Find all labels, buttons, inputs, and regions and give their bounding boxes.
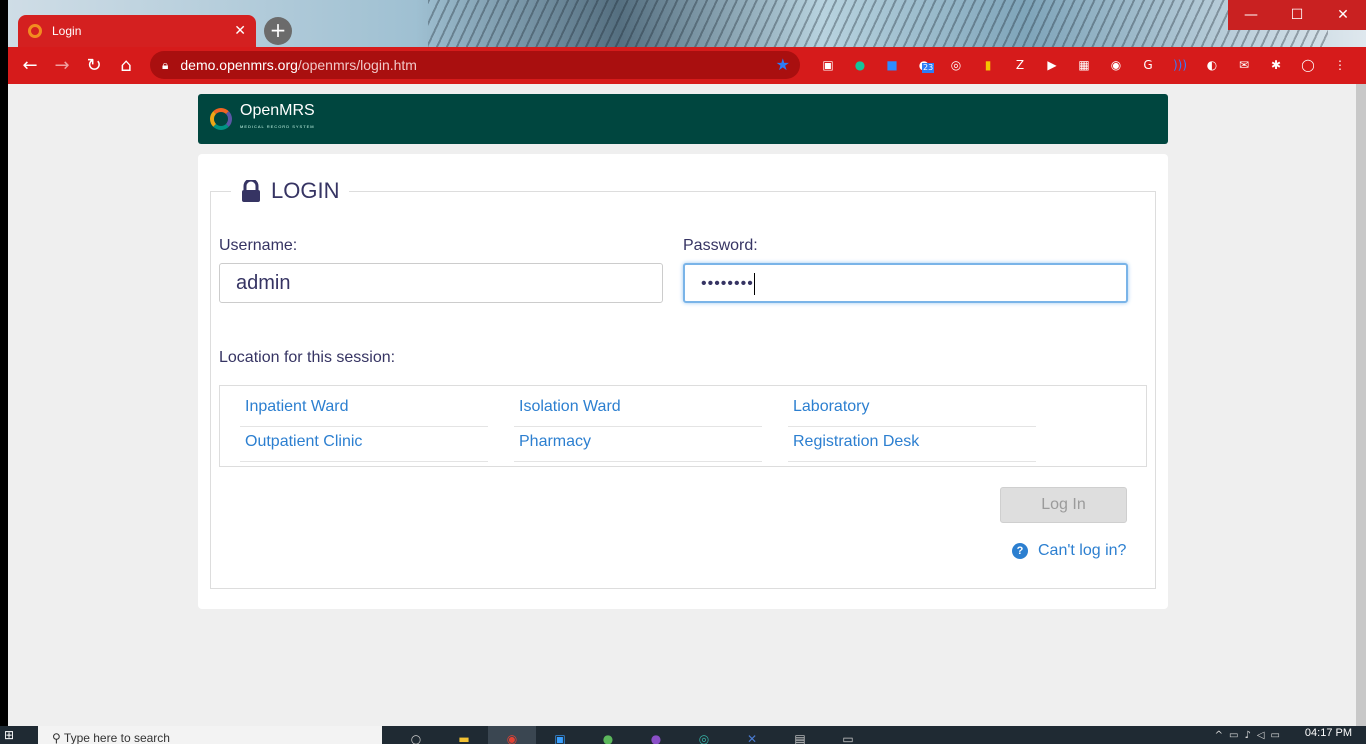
zoom-icon[interactable]: ■ — [880, 53, 904, 77]
openmrs-favicon-icon — [28, 24, 42, 38]
z-extension-icon[interactable]: Z — [1008, 53, 1032, 77]
chrome-icon[interactable]: ◉ — [488, 726, 536, 744]
wave-extension-icon[interactable]: ))) — [1168, 53, 1192, 77]
text-caret — [753, 272, 755, 295]
badge-extension-icon[interactable]: ●23 — [912, 53, 936, 77]
url-path: /openmrs/login.htm — [297, 57, 417, 73]
file-explorer-icon[interactable]: ▬ — [440, 726, 488, 744]
grid-extension-icon[interactable]: ▦ — [1072, 53, 1096, 77]
pin-extension-icon[interactable]: ◐ — [1200, 53, 1224, 77]
desktop-background-strip — [0, 0, 8, 726]
extensions-area: ▣ ● ■ ●23 ◎ ▮ Z ▶ ▦ ◉ G ))) ◐ ✉ ✱ ◯ ⋮ — [816, 53, 1352, 77]
cant-login-link[interactable]: ? Can't log in? — [1012, 542, 1126, 560]
back-arrow-icon[interactable]: ← — [14, 50, 46, 82]
login-card: LOGIN Username: admin Password: ••••••••… — [198, 154, 1168, 609]
location-isolation-ward[interactable]: Isolation Ward — [514, 392, 762, 427]
page-scrollbar[interactable] — [1356, 84, 1366, 726]
bookmark-star-icon[interactable]: ★ — [776, 55, 790, 75]
app-icon[interactable]: ▣ — [536, 726, 584, 744]
google-extension-icon[interactable]: G — [1136, 53, 1160, 77]
login-title: LOGIN — [271, 178, 340, 203]
browser-toolbar: ← → ↻ ⌂ 🔒︎ demo.openmrs.org/openmrs/logi… — [8, 47, 1366, 84]
extension-icon[interactable]: ◎ — [944, 53, 968, 77]
location-label: Location for this session: — [219, 349, 396, 366]
password-input[interactable]: •••••••• — [683, 263, 1128, 303]
location-outpatient-clinic[interactable]: Outpatient Clinic — [240, 427, 488, 462]
question-circle-icon: ? — [1012, 543, 1028, 559]
taskbar-search-box[interactable]: ⚲ Type here to search — [38, 726, 382, 744]
windows-taskbar: ⊞ ⚲ Type here to search ○ ▬ ◉ ▣ ● ● ◎ ✕ … — [0, 726, 1366, 744]
search-placeholder: Type here to search — [63, 731, 170, 744]
openmrs-logo-text: OpenMRS MEDICAL RECORD SYSTEM — [240, 103, 315, 135]
address-bar[interactable]: 🔒︎ demo.openmrs.org/openmrs/login.htm ★ — [150, 51, 800, 79]
bulb-extension-icon[interactable]: ◉ — [1104, 53, 1128, 77]
home-icon[interactable]: ⌂ — [110, 50, 142, 82]
browser-title-bar: Login ✕ + — ☐ ✕ — [8, 0, 1366, 47]
login-button[interactable]: Log In — [1000, 487, 1127, 523]
reload-icon[interactable]: ↻ — [78, 50, 110, 82]
minimize-button[interactable]: — — [1228, 0, 1274, 30]
username-label: Username: — [219, 237, 298, 254]
puzzle-extensions-icon[interactable]: ✱ — [1264, 53, 1288, 77]
maximize-button[interactable]: ☐ — [1274, 0, 1320, 30]
taskbar-clock[interactable]: 04:17 PM — [1305, 727, 1352, 739]
openmrs-header: OpenMRS MEDICAL RECORD SYSTEM — [198, 94, 1168, 144]
terminal-icon[interactable]: ▭ — [824, 726, 872, 744]
brand-tagline: MEDICAL RECORD SYSTEM — [240, 124, 315, 129]
task-view-icon[interactable]: ○ — [392, 726, 440, 744]
wallpaper-texture — [428, 0, 1328, 47]
url-host: demo.openmrs.org — [180, 57, 298, 73]
web-page: OpenMRS MEDICAL RECORD SYSTEM LOGIN User… — [8, 84, 1356, 726]
extension-badge: 23 — [922, 63, 935, 73]
play-extension-icon[interactable]: ▶ — [1040, 53, 1064, 77]
new-tab-button[interactable]: + — [264, 17, 292, 45]
location-list: Inpatient Ward Isolation Ward Laboratory… — [219, 385, 1147, 467]
bars-extension-icon[interactable]: ▮ — [976, 53, 1000, 77]
location-laboratory[interactable]: Laboratory — [788, 392, 1036, 427]
gmail-extension-icon[interactable]: ✉ — [1232, 53, 1256, 77]
cant-login-text: Can't log in? — [1038, 542, 1127, 559]
window-controls: — ☐ ✕ — [1228, 0, 1366, 30]
padlock-icon — [242, 180, 260, 202]
username-input[interactable]: admin — [219, 263, 663, 303]
desktop-screen: Login ✕ + — ☐ ✕ ← → ↻ ⌂ 🔒︎ demo.openmrs.… — [0, 0, 1366, 744]
browser-tab[interactable]: Login ✕ — [18, 15, 256, 47]
profile-avatar-icon[interactable]: ◯ — [1296, 53, 1320, 77]
taskbar-apps: ○ ▬ ◉ ▣ ● ● ◎ ✕ ▤ ▭ — [392, 726, 872, 744]
login-fieldset: LOGIN Username: admin Password: ••••••••… — [210, 176, 1156, 589]
menu-kebab-icon[interactable]: ⋮ — [1328, 53, 1352, 77]
app-icon[interactable]: ▤ — [776, 726, 824, 744]
password-label: Password: — [683, 237, 758, 254]
app-icon[interactable]: ● — [584, 726, 632, 744]
openmrs-logo-icon — [210, 108, 232, 130]
windows-start-icon[interactable]: ⊞ — [4, 728, 24, 744]
system-tray-icons[interactable]: ^▭♪◁▭ — [1215, 730, 1286, 741]
location-pharmacy[interactable]: Pharmacy — [514, 427, 762, 462]
app-icon[interactable]: ✕ — [728, 726, 776, 744]
app-icon[interactable]: ◎ — [680, 726, 728, 744]
login-legend: LOGIN — [231, 176, 350, 206]
location-inpatient-ward[interactable]: Inpatient Ward — [240, 392, 488, 427]
brand-name: OpenMRS — [240, 102, 315, 119]
close-window-button[interactable]: ✕ — [1320, 0, 1366, 30]
search-icon: ⚲ — [52, 731, 64, 744]
tab-title: Login — [52, 24, 82, 38]
app-icon[interactable]: ● — [632, 726, 680, 744]
forward-arrow-icon[interactable]: → — [46, 50, 78, 82]
grammarly-icon[interactable]: ● — [848, 53, 872, 77]
location-registration-desk[interactable]: Registration Desk — [788, 427, 1036, 462]
password-value: •••••••• — [701, 275, 754, 292]
tab-close-icon[interactable]: ✕ — [234, 23, 246, 39]
lock-icon: 🔒︎ — [162, 57, 169, 72]
extension-icon[interactable]: ▣ — [816, 53, 840, 77]
